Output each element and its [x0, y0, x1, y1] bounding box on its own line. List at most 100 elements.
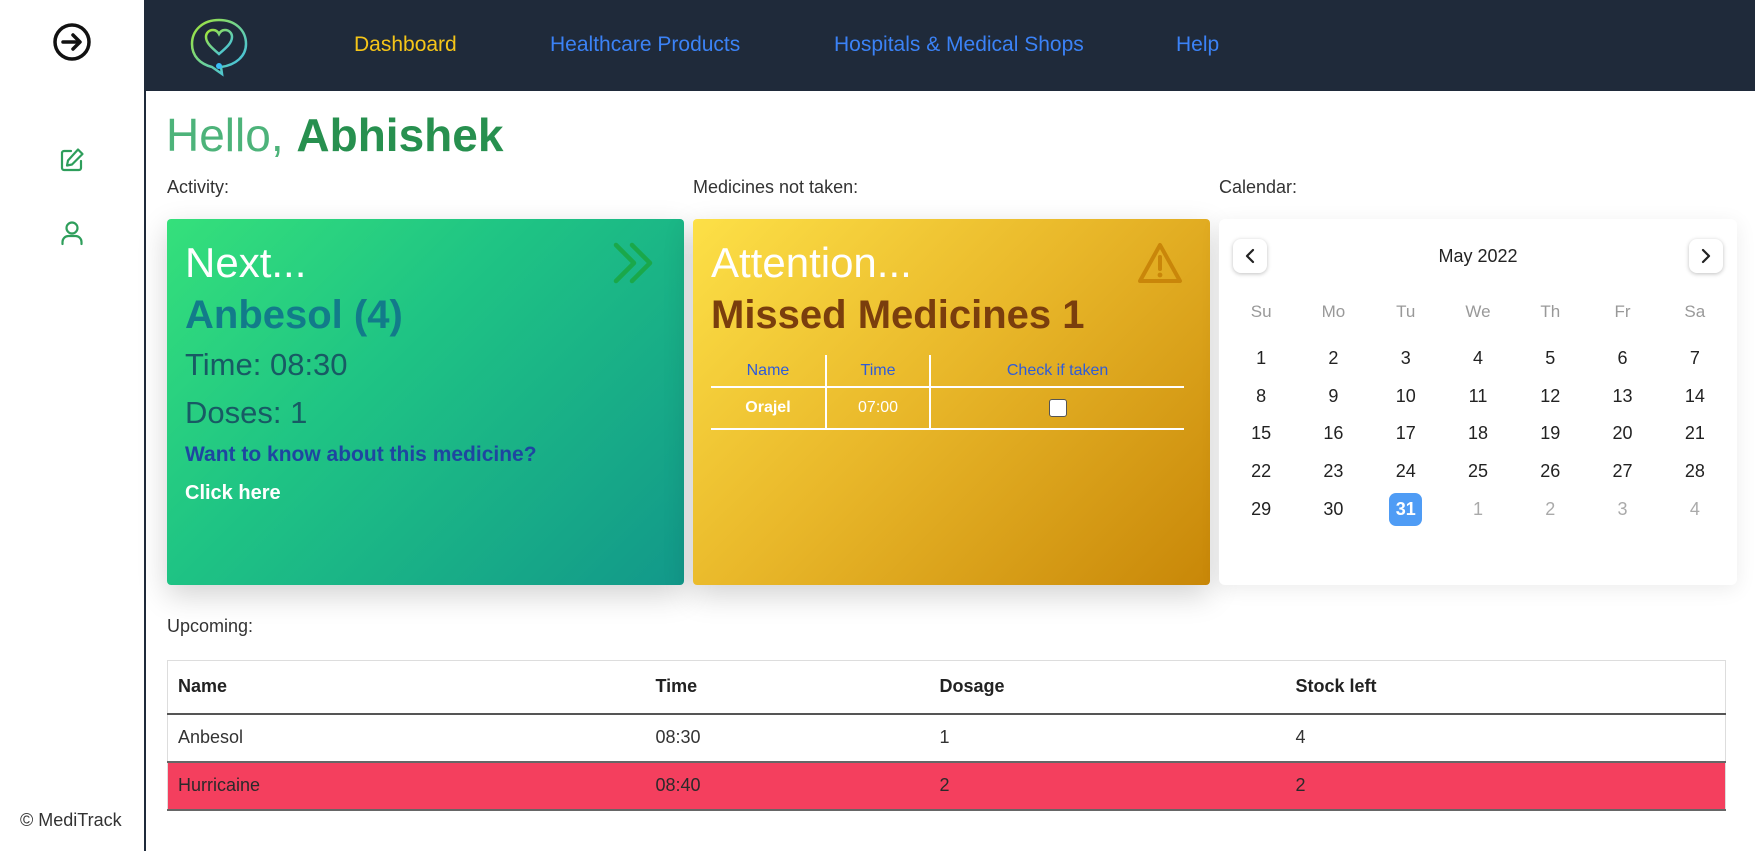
- weekday-label: Th: [1540, 302, 1561, 321]
- calendar-day[interactable]: 4: [1461, 342, 1494, 375]
- upcoming-col-time: Time: [645, 660, 930, 715]
- next-card-title: Next...: [185, 239, 307, 286]
- calendar-widget: May 2022 Su Mo Tu We Th Fr Sa 1 2 3 4 5 …: [1219, 219, 1737, 585]
- nav-hospitals-medical-shops[interactable]: Hospitals & Medical Shops: [834, 33, 1084, 57]
- upcoming-medicines-table: Name Time Dosage Stock left Anbesol 08:3…: [167, 660, 1726, 811]
- user-icon[interactable]: [58, 219, 86, 247]
- upcoming-label: Upcoming:: [167, 616, 254, 636]
- missed-medicines-card: Attention... Missed Medicines 1 Name Tim…: [693, 219, 1210, 585]
- calendar-day[interactable]: 21: [1678, 417, 1711, 450]
- table-row-low-stock: Hurricaine 08:40 2 2: [167, 761, 1726, 811]
- calendar-day[interactable]: 17: [1389, 417, 1422, 450]
- greeting-hello: Hello,: [166, 109, 284, 161]
- calendar-day-next-month[interactable]: 1: [1461, 493, 1494, 526]
- chevron-right-icon: [1701, 248, 1711, 264]
- missed-medicines-count: Missed Medicines 1: [711, 293, 1085, 337]
- footer-copyright: © MediTrack: [20, 810, 122, 830]
- missed-col-name: Name: [711, 355, 826, 388]
- missed-col-check: Check if taken: [929, 355, 1184, 388]
- calendar-day[interactable]: 1: [1245, 342, 1278, 375]
- upcoming-col-stock: Stock left: [1285, 660, 1726, 715]
- upcoming-row-stock: 2: [1285, 761, 1726, 811]
- calendar-day[interactable]: 5: [1534, 342, 1567, 375]
- greeting: Hello, Abhishek: [166, 108, 503, 162]
- upcoming-row-name: Anbesol: [167, 713, 646, 763]
- calendar-day[interactable]: 22: [1245, 455, 1278, 488]
- calendar-weekdays: Su Mo Tu We Th Fr Sa: [1225, 292, 1731, 332]
- calendar-day[interactable]: 8: [1245, 380, 1278, 413]
- warning-triangle-icon: [1136, 241, 1184, 285]
- calendar-week: 15 16 17 18 19 20 21: [1225, 415, 1731, 453]
- next-medicine-time: Time: 08:30: [185, 347, 348, 382]
- calendar-grid: Su Mo Tu We Th Fr Sa 1 2 3 4 5 6 7 8 9 1…: [1225, 292, 1731, 528]
- calendar-week: 29 30 31 1 2 3 4: [1225, 490, 1731, 528]
- medicine-info-question: Want to know about this medicine?: [185, 443, 537, 466]
- missed-row-check-cell: [929, 387, 1184, 430]
- calendar-day-next-month[interactable]: 3: [1606, 493, 1639, 526]
- edit-icon[interactable]: [58, 146, 86, 174]
- medicine-info-link[interactable]: Click here: [185, 482, 281, 505]
- calendar-day[interactable]: 25: [1461, 455, 1494, 488]
- calendar-day[interactable]: 9: [1317, 380, 1350, 413]
- calendar-day-selected[interactable]: 31: [1389, 492, 1423, 526]
- calendar-day[interactable]: 24: [1389, 455, 1422, 488]
- next-month-button[interactable]: [1689, 239, 1723, 273]
- calendar-label: Calendar:: [1219, 177, 1298, 197]
- calendar-day[interactable]: 20: [1606, 417, 1639, 450]
- activity-label: Activity:: [167, 177, 230, 197]
- app-logo[interactable]: [186, 16, 252, 78]
- missed-medicines-label: Medicines not taken:: [693, 177, 859, 197]
- calendar-month-title: May 2022: [1438, 246, 1518, 266]
- calendar-day[interactable]: 28: [1678, 455, 1711, 488]
- upcoming-row-time: 08:40: [645, 761, 930, 811]
- upcoming-row-dosage: 2: [929, 761, 1286, 811]
- weekday-label: Fr: [1614, 302, 1631, 321]
- missed-col-time: Time: [824, 355, 931, 388]
- calendar-day[interactable]: 6: [1606, 342, 1639, 375]
- upcoming-row-stock: 4: [1285, 713, 1726, 763]
- next-medicine-name: Anbesol (4): [185, 293, 403, 337]
- calendar-day[interactable]: 12: [1534, 380, 1567, 413]
- calendar-day[interactable]: 29: [1245, 493, 1278, 526]
- calendar-day[interactable]: 16: [1317, 417, 1350, 450]
- nav-healthcare-products[interactable]: Healthcare Products: [550, 33, 740, 57]
- calendar-day[interactable]: 10: [1389, 380, 1422, 413]
- calendar-day[interactable]: 30: [1317, 493, 1350, 526]
- upcoming-row-dosage: 1: [929, 713, 1286, 763]
- double-chevron-right-icon[interactable]: [610, 241, 658, 285]
- calendar-day[interactable]: 13: [1606, 380, 1639, 413]
- missed-medicines-table: Name Time Check if taken Orajel 07:00: [711, 355, 1184, 430]
- greeting-name: Abhishek: [296, 109, 504, 161]
- calendar-day[interactable]: 18: [1461, 417, 1494, 450]
- calendar-day[interactable]: 11: [1461, 380, 1494, 413]
- calendar-day-next-month[interactable]: 4: [1678, 493, 1711, 526]
- calendar-day[interactable]: 14: [1678, 380, 1711, 413]
- next-medicine-card: Next... Anbesol (4) Time: 08:30 Doses: 1…: [167, 219, 684, 585]
- calendar-day[interactable]: 27: [1606, 455, 1639, 488]
- calendar-week: 1 2 3 4 5 6 7: [1225, 340, 1731, 378]
- nav-help[interactable]: Help: [1176, 33, 1219, 57]
- upcoming-col-dosage: Dosage: [929, 660, 1286, 715]
- logout-icon[interactable]: [50, 20, 94, 64]
- nav-dashboard[interactable]: Dashboard: [354, 33, 457, 57]
- taken-checkbox[interactable]: [1048, 398, 1067, 417]
- missed-row-time: 07:00: [824, 387, 931, 430]
- table-row: Orajel 07:00: [711, 387, 1184, 430]
- weekday-label: Tu: [1396, 302, 1416, 321]
- calendar-day[interactable]: 7: [1678, 342, 1711, 375]
- weekday-label: Mo: [1321, 302, 1346, 321]
- next-medicine-doses: Doses: 1: [185, 395, 308, 430]
- upcoming-col-name: Name: [167, 660, 646, 715]
- calendar-day[interactable]: 2: [1317, 342, 1350, 375]
- sidebar: © MediTrack: [0, 0, 146, 851]
- calendar-day[interactable]: 3: [1389, 342, 1422, 375]
- calendar-day[interactable]: 19: [1534, 417, 1567, 450]
- calendar-day[interactable]: 26: [1534, 455, 1567, 488]
- missed-row-name: Orajel: [711, 387, 826, 430]
- upcoming-row-name: Hurricaine: [167, 761, 646, 811]
- calendar-day[interactable]: 23: [1317, 455, 1350, 488]
- calendar-day-next-month[interactable]: 2: [1534, 493, 1567, 526]
- weekday-label: We: [1465, 302, 1491, 321]
- table-row: Anbesol 08:30 1 4: [167, 713, 1726, 763]
- calendar-day[interactable]: 15: [1245, 417, 1278, 450]
